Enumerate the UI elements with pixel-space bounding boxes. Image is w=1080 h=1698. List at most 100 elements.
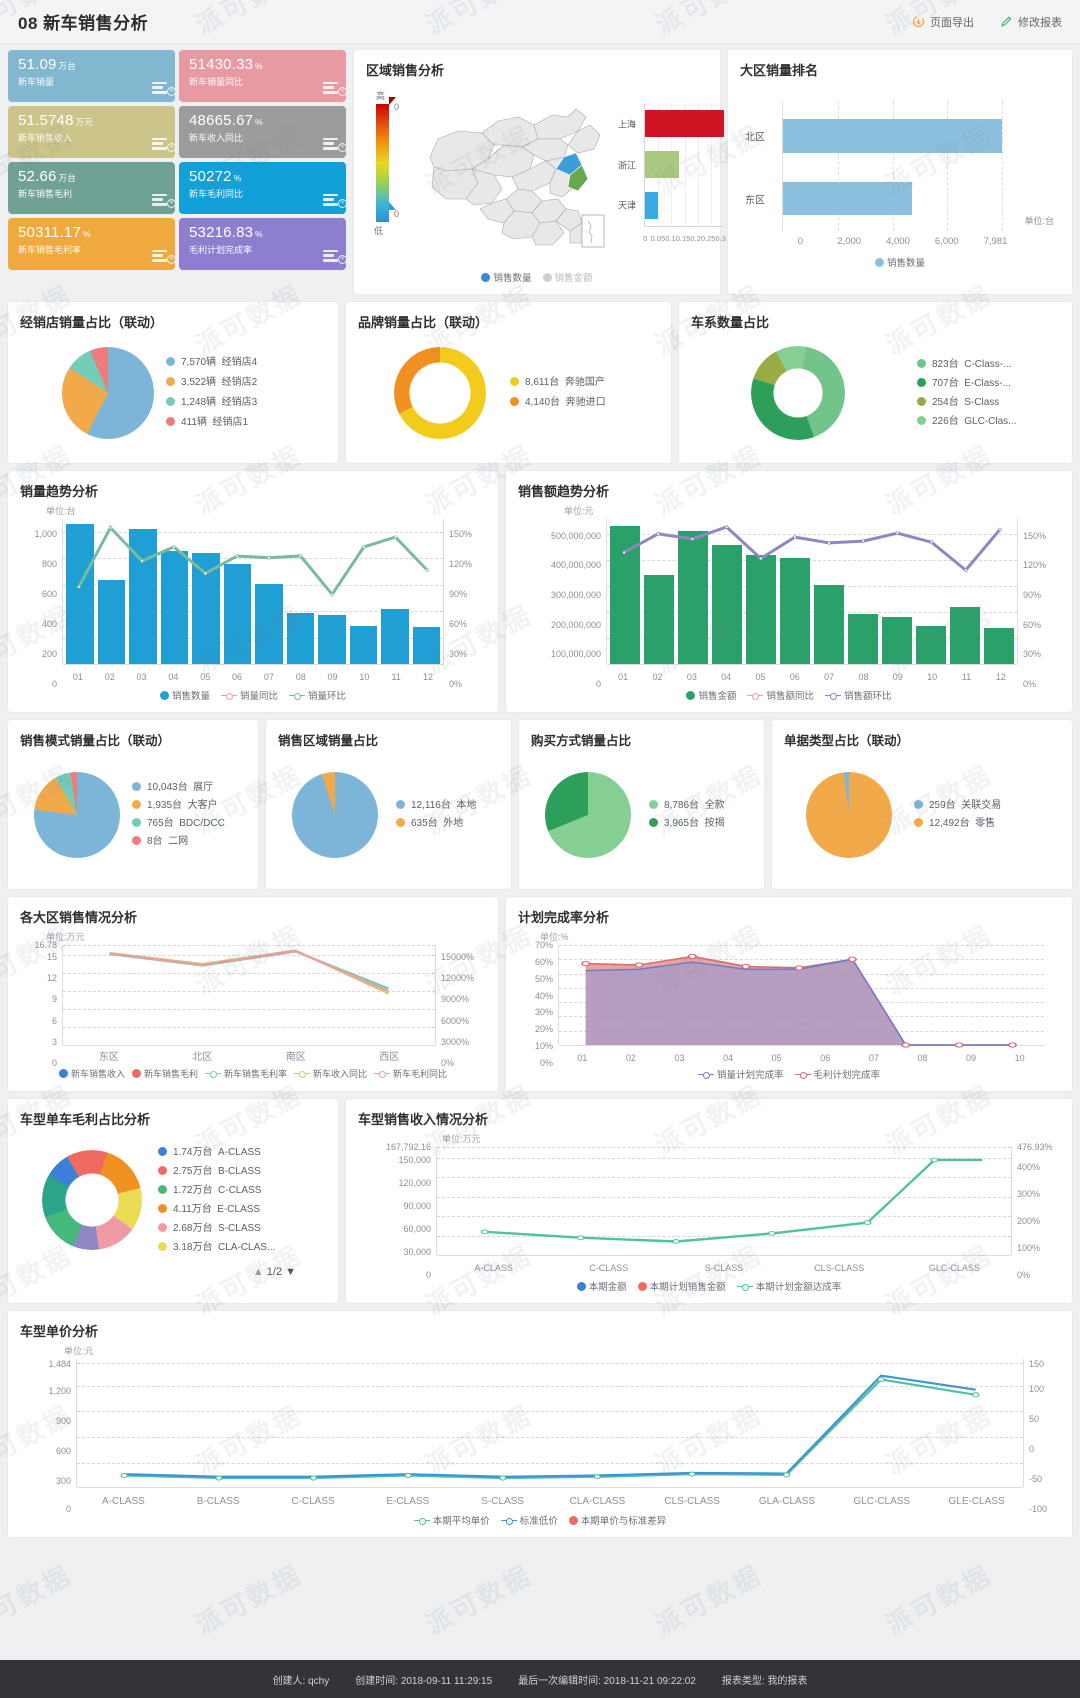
legend-item[interactable]: 3.18万台 CLA-CLAS... (158, 1238, 275, 1257)
legend-item[interactable]: 3,965台 按揭 (649, 815, 725, 833)
legend-item[interactable]: 新车毛利同比 (374, 1067, 447, 1080)
legend-item[interactable]: 8,786台 全款 (649, 797, 725, 815)
legend-item[interactable]: 1.72万台 C-CLASS (158, 1181, 275, 1200)
legend-item[interactable]: 新车收入同比 (294, 1067, 367, 1080)
legend-item[interactable]: 411辆 经销店1 (166, 413, 257, 433)
kpi-card[interactable]: 50272% 新车毛利同比 ¥ (179, 162, 346, 214)
legend-item[interactable]: 毛利计划完成率 (794, 1067, 880, 1081)
y2-tick: -100 (1029, 1504, 1048, 1514)
legend-item[interactable]: 本期计划金额达成率 (736, 1279, 841, 1293)
y2-tick: 90% (1023, 589, 1042, 600)
legend-item[interactable]: 8,611台 奔驰国产 (510, 373, 606, 393)
legend-item[interactable]: 新车销售毛利 (131, 1067, 198, 1080)
kpi-card[interactable]: 51.5748 万元 新车销售收入 ¥ (8, 106, 175, 158)
kpi-card[interactable]: 52.66 万台 新车销售毛利 ¥ (8, 162, 175, 214)
kpi-card[interactable]: 51.09 万台 新车销量 ¥ (8, 50, 175, 102)
pie-graphic[interactable] (545, 772, 631, 858)
legend-item[interactable]: 765台 BDC/DCC (132, 815, 225, 833)
unit-price-line-overlay (120, 1359, 980, 1481)
legend-item[interactable]: 销售金额 (542, 270, 593, 284)
pie-graphic[interactable] (806, 772, 892, 858)
model-revenue-line-overlay (480, 1157, 1011, 1244)
pie-graphic[interactable] (751, 346, 845, 440)
legend-item[interactable]: 226台 GLC-Clas... (917, 412, 1016, 431)
legend-item[interactable]: 12,116台 本地 (396, 797, 476, 815)
legend-item[interactable]: 销量环比 (289, 688, 346, 702)
unit-label: 单位:万元 (46, 932, 85, 942)
edit-report-label: 修改报表 (1018, 16, 1062, 29)
pie-graphic[interactable] (394, 347, 486, 439)
scale-low-label: 低 (374, 226, 384, 236)
edit-report-button[interactable]: 修改报表 (1000, 14, 1062, 30)
y-tick: 0 (65, 1504, 71, 1514)
y-tick: 10% (534, 1041, 553, 1052)
legend-item[interactable]: 销售额环比 (825, 688, 892, 702)
legend-item[interactable]: 2.68万台 S-CLASS (158, 1219, 275, 1238)
legend-item[interactable]: 销售数量 (159, 688, 210, 702)
unit-price-chart: 0 300 600 900 1,200 1,484 -100 -50 0 50 … (20, 1358, 1060, 1515)
legend-item[interactable]: 本期计划销售金额 (637, 1279, 726, 1293)
legend-item[interactable]: 1.74万台 A-CLASS (158, 1143, 275, 1162)
legend-item[interactable]: 销量计划完成率 (697, 1067, 784, 1081)
legend-item[interactable]: 8台 二网 (132, 833, 225, 851)
legend-item[interactable]: 823台 C-Class-... (917, 355, 1016, 374)
legend-item[interactable]: 4,140台 奔驰进口 (510, 393, 606, 413)
kpi-card[interactable]: 51430.33% 新车销量同比 ¥ (179, 50, 346, 102)
legend-item[interactable]: 新车销售收入 (58, 1067, 125, 1080)
legend-item[interactable]: 7,570辆 经销店4 (166, 353, 257, 373)
area-sales-card: 各大区销售情况分析 单位:万元 0 3 6 9 12 15 16.78 0% 3… (8, 897, 498, 1091)
legend-item[interactable]: 4.11万台 E-CLASS (158, 1200, 275, 1219)
x-tick: 西区 (379, 1052, 400, 1063)
legend-item[interactable]: 本期金额 (576, 1279, 627, 1293)
legend-item[interactable]: 1,248辆 经销店3 (166, 393, 257, 413)
legend-item[interactable]: 1,935台 大客户 (132, 797, 225, 815)
x-tick: 03 (674, 1053, 685, 1063)
legend-item[interactable]: 本期平均单价 (413, 1513, 490, 1527)
y-tick-max: 16.78 (34, 940, 57, 950)
pie-graphic[interactable] (34, 772, 120, 858)
coins-icon: ¥ (323, 81, 346, 96)
unit-price-legend: 本期平均单价 标准低价 本期单价与标准差异 (20, 1513, 1060, 1527)
legend-item[interactable]: 10,043台 展厅 (132, 779, 225, 797)
y2-tick: 0% (449, 679, 463, 689)
coins-icon: ¥ (152, 249, 175, 264)
kpi-label: 新车销量 (18, 76, 55, 87)
kpi-card[interactable]: 50311.17% 新车销售毛利率 ¥ (8, 218, 175, 270)
legend-item[interactable]: 销售额同比 (747, 688, 814, 702)
kpi-card[interactable]: 48665.67% 新车收入同比 ¥ (179, 106, 346, 158)
legend-item[interactable]: 新车销售毛利率 (204, 1067, 287, 1080)
y-tick: 9 (51, 994, 57, 1005)
legend-item[interactable]: 本期单价与标准差异 (568, 1513, 666, 1527)
x-tick: 0.25 (700, 234, 716, 243)
pie-graphic[interactable] (292, 772, 378, 858)
pie-graphic[interactable] (42, 1150, 142, 1250)
legend-item[interactable]: 259台 关联交易 (914, 797, 1001, 815)
china-map[interactable] (418, 95, 618, 255)
y-tick-max: 1,484 (48, 1358, 71, 1369)
purchase-pie-title: 购买方式销量占比 (531, 734, 632, 748)
legend-item[interactable]: 销量同比 (220, 688, 278, 702)
legend-item[interactable]: 635台 外地 (396, 815, 476, 833)
kpi-unit: % (83, 229, 91, 239)
legend-pager[interactable]: ▲ 1/2 ▼ (20, 1266, 326, 1278)
y-tick: 30,000 (403, 1246, 431, 1257)
watermark-text: 派可数据 (190, 1559, 307, 1641)
legend-item[interactable]: 销售数量 (874, 255, 925, 269)
pager-up-icon[interactable]: ▲ (253, 1266, 264, 1278)
legend-item[interactable]: 707台 E-Class-... (917, 374, 1016, 393)
legend-item[interactable]: 销售数量 (481, 270, 532, 284)
legend-item[interactable]: 12,492台 零售 (914, 815, 1001, 833)
export-page-button[interactable]: 页面导出 (912, 14, 974, 30)
kpi-card[interactable]: 53216.83% 毛利计划完成率 ¥ (179, 218, 346, 270)
x-tick: 05 (755, 672, 766, 682)
y-tick: 100,000,000 (550, 649, 601, 660)
pie-graphic[interactable] (62, 347, 154, 439)
x-tick: 02 (625, 1053, 636, 1063)
legend-item[interactable]: 3,522辆 经销店2 (166, 373, 257, 393)
legend-item[interactable]: 销售金额 (686, 688, 736, 702)
legend-item[interactable]: 标准低价 (500, 1513, 558, 1527)
legend-item[interactable]: 2.75万台 B-CLASS (158, 1162, 275, 1181)
legend-item[interactable]: 254台 S-Class (917, 393, 1016, 412)
pager-down-icon[interactable]: ▼ (285, 1266, 296, 1278)
kpi-value: 51.09 (18, 56, 57, 73)
